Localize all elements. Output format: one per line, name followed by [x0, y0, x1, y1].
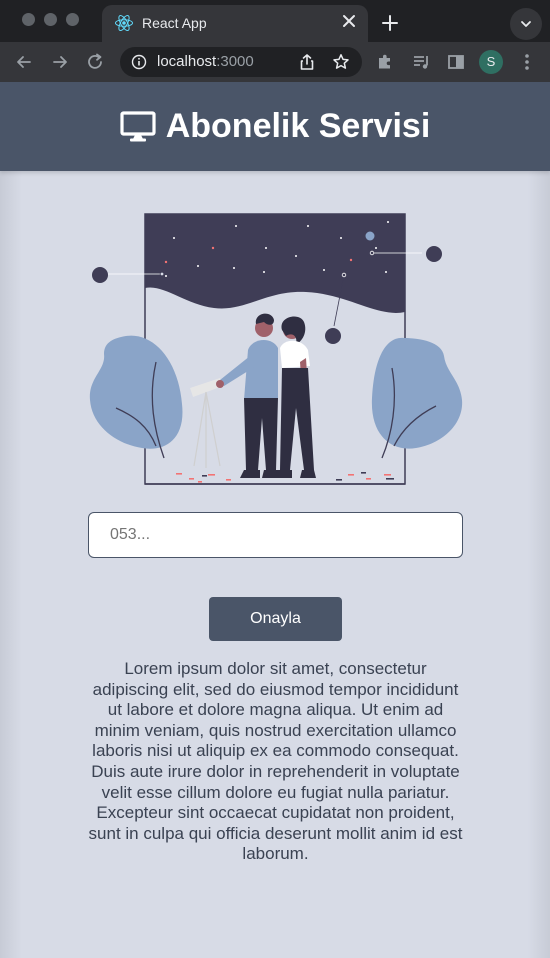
page-viewport: Abonelik Servisi 053... Onayla Lorem ips…	[0, 82, 550, 958]
url-text: localhost:3000	[157, 53, 254, 70]
bookmark-star-icon[interactable]	[332, 53, 350, 71]
react-logo-icon	[115, 14, 133, 32]
reload-icon[interactable]	[85, 52, 105, 72]
confirm-button[interactable]: Onayla	[209, 597, 342, 641]
address-bar[interactable]: localhost:3000	[120, 47, 362, 77]
stargazing-illustration	[89, 213, 463, 485]
close-window-button[interactable]	[22, 13, 35, 26]
browser-tab-bar: React App	[0, 0, 550, 42]
new-tab-icon[interactable]	[380, 13, 400, 33]
profile-avatar[interactable]: S	[479, 50, 503, 74]
close-tab-icon[interactable]	[342, 14, 356, 28]
share-icon[interactable]	[298, 53, 316, 71]
media-queue-icon[interactable]	[411, 52, 431, 72]
extensions-puzzle-icon[interactable]	[375, 52, 395, 72]
side-panel-icon[interactable]	[446, 52, 466, 72]
phone-number-input[interactable]	[88, 512, 463, 558]
tab-search-button[interactable]	[510, 8, 542, 40]
app-header: Abonelik Servisi	[0, 82, 550, 171]
back-arrow-icon[interactable]	[14, 52, 34, 72]
description-paragraph: Lorem ipsum dolor sit amet, consectetur …	[88, 659, 463, 864]
info-icon[interactable]	[131, 54, 147, 70]
browser-tab[interactable]: React App	[102, 5, 368, 42]
chevron-down-icon	[521, 21, 531, 27]
page-title: Abonelik Servisi	[165, 107, 431, 145]
browser-toolbar: localhost:3000 S	[0, 42, 550, 82]
minimize-window-button[interactable]	[44, 13, 57, 26]
more-menu-icon[interactable]	[518, 52, 536, 72]
tab-title: React App	[142, 15, 207, 31]
zoom-window-button[interactable]	[66, 13, 79, 26]
forward-arrow-icon[interactable]	[50, 52, 70, 72]
monitor-icon	[120, 110, 156, 141]
